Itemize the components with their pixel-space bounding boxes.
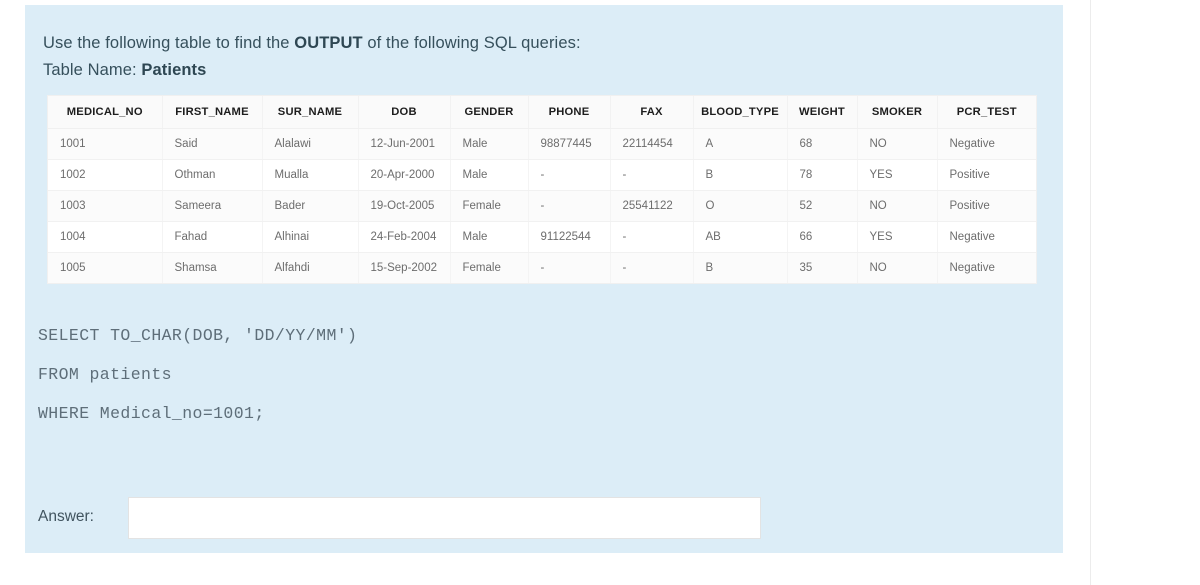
column-header-fax: FAX [610, 96, 694, 129]
cell-fax: - [610, 252, 694, 283]
cell-smoker: NO [857, 252, 938, 283]
cell-pcr-test: Negative [937, 128, 1036, 160]
cell-sur-name: Bader [262, 190, 359, 222]
prompt-line-1-pre: Use the following table to find the [43, 34, 295, 52]
cell-medical-no: 1001 [48, 128, 163, 160]
cell-fax: 22114454 [610, 128, 694, 160]
cell-weight: 68 [787, 128, 858, 160]
column-header-phone: PHONE [528, 96, 611, 129]
table-row: 1003 Sameera Bader 19-Oct-2005 Female - … [48, 190, 1036, 222]
cell-sur-name: Mualla [262, 159, 359, 191]
sql-line-select: SELECT TO_CHAR(DOB, 'DD/YY/MM') [38, 326, 358, 345]
cell-first-name: Sameera [162, 190, 263, 222]
cell-gender: Male [450, 159, 529, 191]
cell-fax: 25541122 [610, 190, 694, 222]
cell-weight: 78 [787, 159, 858, 191]
cell-sur-name: Alfahdi [262, 252, 359, 283]
column-header-gender: GENDER [450, 96, 529, 129]
cell-medical-no: 1002 [48, 159, 163, 191]
cell-phone: 98877445 [528, 128, 611, 160]
cell-phone: - [528, 190, 611, 222]
cell-medical-no: 1003 [48, 190, 163, 222]
table-header-row: MEDICAL_NO FIRST_NAME SUR_NAME DOB GENDE… [48, 96, 1036, 129]
cell-gender: Female [450, 252, 529, 283]
cell-fax: - [610, 221, 694, 253]
page-vertical-rule [1090, 0, 1091, 585]
answer-row: Answer: [38, 497, 798, 541]
answer-input[interactable] [128, 497, 761, 539]
cell-first-name: Said [162, 128, 263, 160]
cell-phone: - [528, 159, 611, 191]
cell-blood-type: AB [693, 221, 788, 253]
patients-table-body: 1001 Said Alalawi 12-Jun-2001 Male 98877… [48, 128, 1036, 283]
sql-line-where: WHERE Medical_no=1001; [38, 404, 265, 423]
cell-gender: Female [450, 190, 529, 222]
prompt-line-1: Use the following table to find the OUTP… [43, 30, 1023, 57]
prompt-table-name-value: Patients [141, 61, 207, 79]
cell-weight: 35 [787, 252, 858, 283]
cell-pcr-test: Negative [937, 221, 1036, 253]
cell-phone: 91122544 [528, 221, 611, 253]
cell-phone: - [528, 252, 611, 283]
column-header-dob: DOB [358, 96, 451, 129]
cell-dob: 19-Oct-2005 [358, 190, 451, 222]
cell-weight: 66 [787, 221, 858, 253]
column-header-weight: WEIGHT [787, 96, 858, 129]
cell-smoker: YES [857, 159, 938, 191]
column-header-smoker: SMOKER [857, 96, 938, 129]
patients-table-container: MEDICAL_NO FIRST_NAME SUR_NAME DOB GENDE… [48, 96, 1036, 283]
cell-medical-no: 1004 [48, 221, 163, 253]
cell-pcr-test: Negative [949, 262, 995, 274]
table-row: 1005 Shamsa Alfahdi 15-Sep-2002 Female -… [48, 252, 1036, 283]
cell-dob: 20-Apr-2000 [358, 159, 451, 191]
column-header-pcr-test: PCR_TEST [937, 96, 1036, 129]
page-root: Use the following table to find the OUTP… [0, 0, 1200, 585]
cell-gender: Male [450, 128, 529, 160]
cell-smoker: NO [857, 190, 938, 222]
table-row: 1004 Fahad Alhinai 24-Feb-2004 Male 9112… [48, 221, 1036, 253]
cell-sur-name: Alhinai [262, 221, 359, 253]
prompt-output-emphasis: OUTPUT [294, 34, 363, 52]
cell-pcr-test: Positive [937, 190, 1036, 222]
cell-first-name: Othman [162, 159, 263, 191]
cell-blood-type: B [693, 159, 788, 191]
cell-blood-type: O [693, 190, 788, 222]
cell-smoker: NO [857, 128, 938, 160]
answer-label: Answer: [38, 508, 94, 525]
cell-blood-type: B [693, 252, 788, 283]
cell-first-name: Fahad [162, 221, 263, 253]
question-card: Use the following table to find the OUTP… [25, 5, 1063, 553]
cell-pcr-test: Positive [937, 159, 1036, 191]
cell-dob: 15-Sep-2002 [358, 252, 451, 283]
cell-blood-type: A [693, 128, 788, 160]
cell-dob: 12-Jun-2001 [358, 128, 451, 160]
question-prompt: Use the following table to find the OUTP… [43, 30, 1023, 84]
column-header-first-name: FIRST_NAME [162, 96, 263, 129]
cell-gender: Male [450, 221, 529, 253]
cell-weight: 52 [787, 190, 858, 222]
patients-table-head: MEDICAL_NO FIRST_NAME SUR_NAME DOB GENDE… [48, 96, 1036, 129]
cell-sur-name: Alalawi [262, 128, 359, 160]
cell-smoker: YES [857, 221, 938, 253]
column-header-medical-no: MEDICAL_NO [48, 96, 163, 129]
column-header-blood-type: BLOOD_TYPE [693, 96, 788, 129]
cell-fax: - [610, 159, 694, 191]
prompt-table-name-label: Table Name: [43, 61, 142, 79]
column-header-sur-name: SUR_NAME [262, 96, 359, 129]
prompt-line-2: Table Name: Patients [43, 57, 1023, 84]
cell-dob: 24-Feb-2004 [358, 221, 451, 253]
prompt-line-1-post: of the following SQL queries: [362, 34, 581, 52]
table-row: 1002 Othman Mualla 20-Apr-2000 Male - - … [48, 159, 1036, 191]
cell-first-name: Shamsa [162, 252, 263, 283]
sql-query-block: SELECT TO_CHAR(DOB, 'DD/YY/MM') FROM pat… [38, 316, 357, 433]
patients-table: MEDICAL_NO FIRST_NAME SUR_NAME DOB GENDE… [48, 96, 1036, 283]
cell-medical-no: 1005 [48, 252, 163, 283]
table-row: 1001 Said Alalawi 12-Jun-2001 Male 98877… [48, 128, 1036, 160]
sql-line-from: FROM patients [38, 365, 172, 384]
